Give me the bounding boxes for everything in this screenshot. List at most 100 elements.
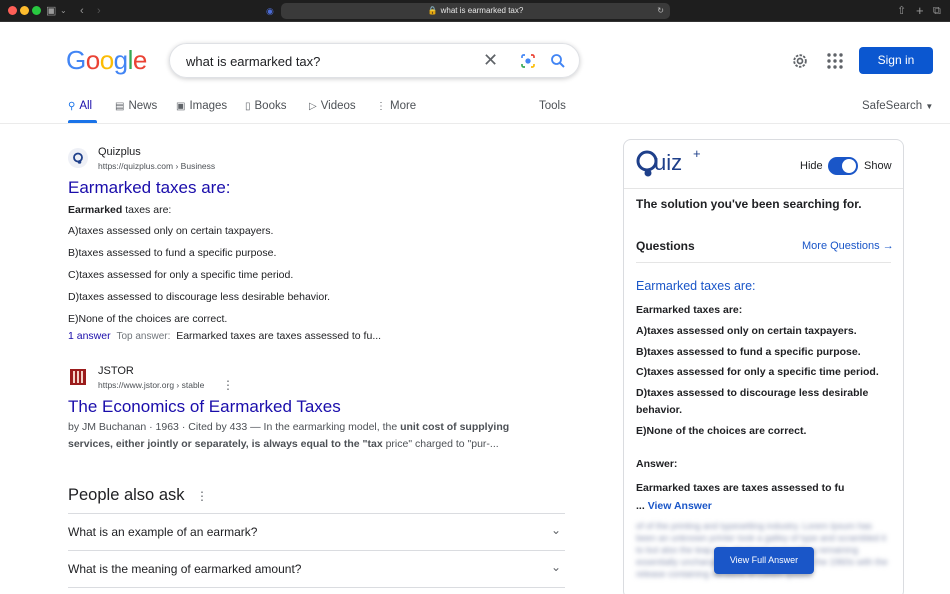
tab-books-label: Books: [254, 100, 287, 112]
top-answer-label: Top answer:: [116, 331, 171, 342]
result-snippet: by JM Buchanan · 1963 · Cited by 433 — I…: [68, 419, 528, 453]
result-title-link[interactable]: Earmarked taxes are:: [68, 178, 231, 198]
more-vert-icon[interactable]: ⋮: [196, 489, 208, 503]
search-input[interactable]: what is earmarked tax?: [186, 54, 320, 69]
paa-question[interactable]: What is the meaning of earmarked amount?…: [68, 550, 565, 587]
result-url[interactable]: https://www.jstor.org › stable: [98, 380, 204, 390]
top-answer-text: Earmarked taxes are taxes assessed to fu…: [176, 330, 382, 342]
sidebar-icon[interactable]: ▣: [46, 3, 56, 19]
privacy-shield-icon[interactable]: ◉: [266, 3, 274, 19]
search-icon: ⚲: [68, 101, 76, 112]
question-line: A)taxes assessed only on certain taxpaye…: [636, 324, 857, 337]
view-answer-link[interactable]: View Answer: [648, 500, 712, 512]
tab-all[interactable]: ⚲ All: [68, 100, 92, 112]
tab-books[interactable]: ▯ Books: [245, 100, 286, 112]
tab-videos-label: Videos: [320, 100, 356, 112]
answer-summary: 1 answer Top answer: Earmarked taxes are…: [68, 330, 381, 342]
result-site-name[interactable]: JSTOR: [98, 365, 134, 377]
video-icon: ▷: [309, 101, 317, 112]
paa-question[interactable]: What is an example of an earmark? ⌄: [68, 513, 565, 550]
address-bar[interactable]: 🔒 what is earmarked tax? ↻: [281, 3, 670, 19]
tools-button[interactable]: Tools: [539, 100, 566, 112]
forward-icon[interactable]: ›: [97, 3, 101, 19]
chevron-down-icon[interactable]: ⌄: [60, 3, 67, 19]
show-label: Show: [864, 160, 892, 172]
paa-question-text: What is the meaning of earmarked amount?: [68, 562, 302, 576]
answer-preview: Earmarked taxes are taxes assessed to fu…: [636, 479, 846, 515]
people-also-ask-heading: People also ask: [68, 486, 185, 504]
question-body: Earmarked taxes are: A)taxes assessed on…: [636, 300, 898, 442]
snippet-bold: Earmarked: [68, 204, 123, 216]
more-vert-icon[interactable]: ⋮: [222, 378, 234, 392]
question-title-link[interactable]: Earmarked taxes are:: [636, 279, 756, 293]
back-icon[interactable]: ‹: [80, 3, 84, 19]
paa-question-text: What is an example of an earmark?: [68, 525, 258, 539]
search-box[interactable]: what is earmarked tax? ✕: [169, 43, 580, 78]
browser-toolbar: ▣ ⌄ ‹ › ◉ 🔒 what is earmarked tax? ↻ ⇧ + …: [0, 0, 950, 22]
logo-sup: +: [693, 146, 701, 161]
search-icon[interactable]: [549, 52, 567, 70]
image-icon: ▣: [176, 101, 186, 112]
answer-count-link[interactable]: 1 answer: [68, 330, 111, 342]
active-tab-indicator: [68, 120, 97, 123]
book-icon: ▯: [245, 101, 251, 112]
snippet-meta: by JM Buchanan · 1963 · Cited by 433 — I…: [68, 421, 401, 433]
new-tab-icon[interactable]: +: [916, 3, 924, 19]
result-url[interactable]: https://quizplus.com › Business: [98, 161, 215, 171]
tab-images-label: Images: [189, 100, 228, 112]
paa-divider: [68, 587, 565, 594]
tab-news-label: News: [128, 100, 158, 112]
divider: [636, 262, 891, 263]
snippet-line: B)taxes assessed to fund a specific purp…: [68, 247, 277, 259]
search-tabs: ⚲ All ▤ News ▣ Images ▯ Books ▷ Videos ⋮ More …: [0, 96, 950, 124]
more-vert-icon: ⋮: [376, 101, 386, 112]
logo-letter: g: [113, 45, 128, 75]
sign-in-button[interactable]: Sign in: [859, 47, 933, 74]
safesearch-button[interactable]: SafeSearch ▼: [862, 100, 933, 112]
tab-more[interactable]: ⋮ More: [376, 100, 416, 112]
snippet-line: A)taxes assessed only on certain taxpaye…: [68, 225, 274, 237]
logo-letter: e: [132, 45, 147, 75]
result-title-link[interactable]: The Economics of Earmarked Taxes: [68, 397, 341, 417]
tab-videos[interactable]: ▷ Videos: [309, 100, 356, 112]
snippet-rest: taxes are:: [122, 204, 172, 216]
settings-gear-icon[interactable]: [790, 51, 810, 71]
clear-icon[interactable]: ✕: [483, 50, 498, 71]
tab-news[interactable]: ▤ News: [115, 100, 157, 112]
close-window-button[interactable]: [8, 6, 17, 15]
hide-show-toggle[interactable]: [828, 157, 858, 175]
safesearch-label: SafeSearch: [862, 100, 923, 112]
minimize-window-button[interactable]: [20, 6, 29, 15]
view-full-answer-button[interactable]: View Full Answer: [714, 547, 814, 574]
tab-overview-icon[interactable]: ⧉: [933, 3, 941, 19]
hide-label: Hide: [800, 160, 823, 172]
tab-more-label: More: [390, 100, 417, 112]
question-line: Earmarked taxes are:: [636, 304, 743, 316]
quizplus-panel: uiz + Hide Show The solution you've been…: [623, 139, 904, 594]
snippet-rest: price" charged to "pur-...: [382, 438, 499, 450]
tab-all-label: All: [79, 100, 93, 112]
divider: [624, 188, 903, 189]
snippet-line: E)None of the choices are correct.: [68, 313, 228, 325]
question-line: B)taxes assessed to fund a specific purp…: [636, 345, 861, 358]
logo-letter: o: [85, 45, 100, 75]
question-line: E)None of the choices are correct.: [636, 425, 807, 438]
tab-images[interactable]: ▣ Images: [176, 100, 227, 112]
google-logo[interactable]: Google: [66, 45, 147, 76]
zoom-window-button[interactable]: [32, 6, 41, 15]
caret-down-icon: ▼: [925, 102, 934, 111]
more-questions-link[interactable]: More Questions →: [802, 240, 894, 252]
lock-icon: 🔒: [427, 6, 438, 15]
logo-letter: G: [66, 45, 86, 75]
apps-grid-icon[interactable]: [826, 52, 844, 70]
chevron-down-icon: ⌄: [550, 560, 561, 574]
chevron-down-icon: ⌄: [550, 523, 561, 537]
snippet-line: D)taxes assessed to discourage less desi…: [68, 291, 331, 303]
logo-letter: o: [99, 45, 114, 75]
google-lens-icon[interactable]: [519, 52, 537, 70]
logo-text: uiz: [654, 150, 683, 175]
reload-icon[interactable]: ↻: [657, 3, 664, 19]
share-icon[interactable]: ⇧: [897, 3, 906, 19]
result-site-name[interactable]: Quizplus: [98, 146, 141, 158]
question-line: D)taxes assessed to discourage less desi…: [636, 387, 869, 417]
